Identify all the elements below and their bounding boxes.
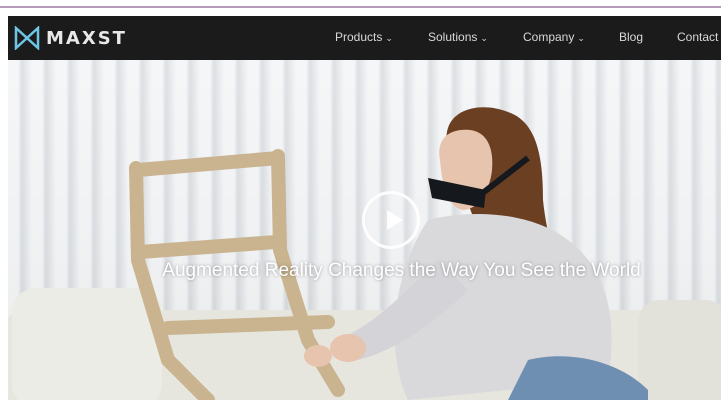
jeans <box>508 356 648 400</box>
brand-name: MAXST <box>46 27 127 49</box>
chevron-down-icon: ⌄ <box>385 33 393 43</box>
hand <box>304 345 332 367</box>
hero-tagline: Augmented Reality Changes the Way You Se… <box>162 260 641 281</box>
brand-logo[interactable]: MAXST <box>14 24 127 52</box>
play-icon <box>387 210 403 230</box>
top-navbar: MAXST Products ⌄ Solutions ⌄ Company ⌄ Blog… <box>8 16 721 60</box>
nav-item-solutions[interactable]: Solutions ⌄ <box>428 30 488 44</box>
chevron-down-icon: ⌄ <box>577 33 585 43</box>
page: MAXST Products ⌄ Solutions ⌄ Company ⌄ Blog… <box>0 0 721 400</box>
nav-label-company: Company <box>523 30 575 44</box>
nav-label-contact: Contact <box>677 30 719 44</box>
play-video-button[interactable] <box>362 191 420 249</box>
nav-label-products: Products <box>335 30 383 44</box>
nav-item-contact[interactable]: Contact <box>677 30 718 44</box>
maxst-logo-icon <box>14 26 40 50</box>
top-border <box>0 0 721 8</box>
hero-video[interactable]: Augmented Reality Changes the Way You Se… <box>8 60 721 400</box>
chevron-down-icon: ⌄ <box>480 33 488 43</box>
nav-item-blog[interactable]: Blog <box>619 30 643 44</box>
nav-label-blog: Blog <box>619 30 644 44</box>
nav-label-solutions: Solutions <box>428 30 478 44</box>
nav-item-products[interactable]: Products ⌄ <box>335 30 393 44</box>
nav-item-company[interactable]: Company ⌄ <box>523 30 585 44</box>
hand <box>330 334 366 362</box>
